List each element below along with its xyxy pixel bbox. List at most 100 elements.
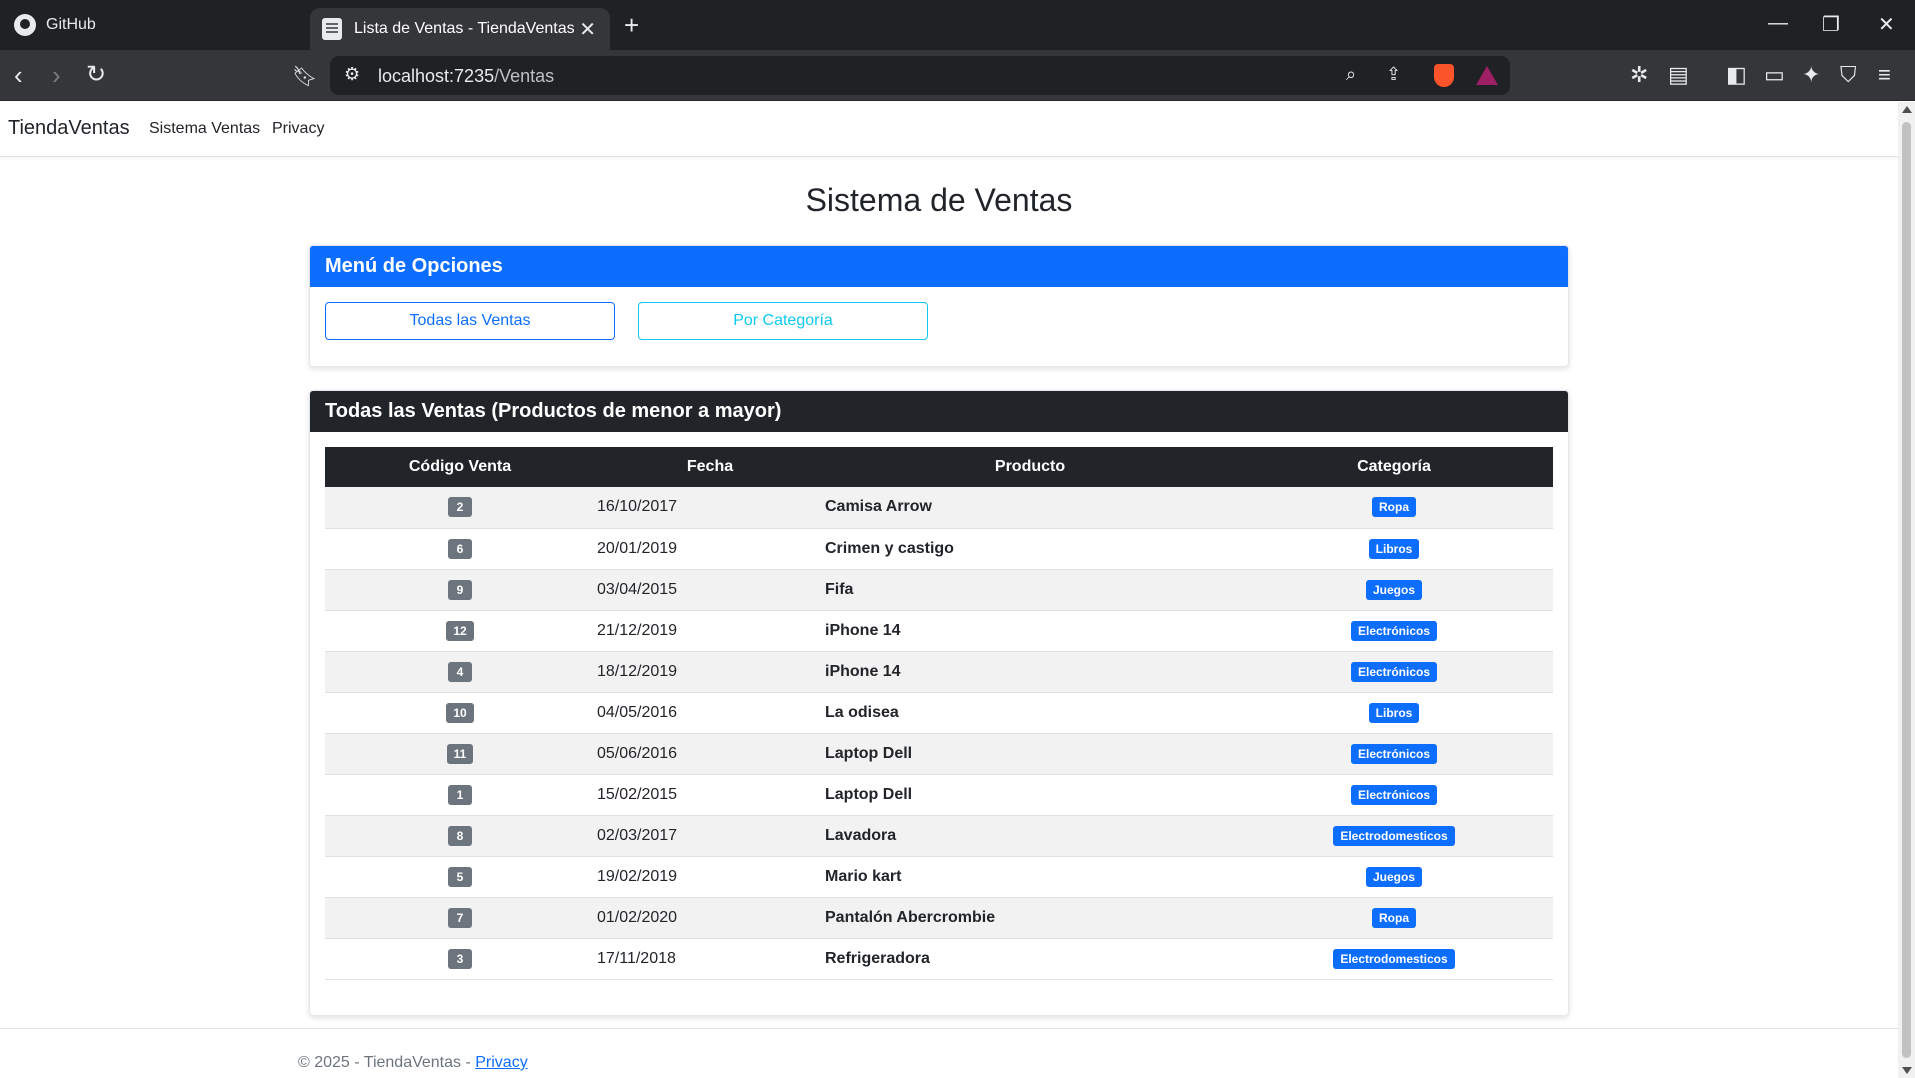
cell-date: 15/02/2015 [597,785,678,803]
tab-github[interactable]: GitHub [0,0,300,50]
cell-code: 9 [325,569,595,610]
code-badge: 1 [448,784,472,805]
close-tab-icon[interactable]: ✕ [579,17,596,42]
cell-date: 19/02/2019 [597,867,678,885]
cell-category: Electrónicos [1235,651,1553,692]
page-viewport: TiendaVentas Sistema Ventas Privacy Sist… [0,102,1898,1078]
cell-product: Pantalón Abercrombie [825,908,996,926]
nav-link-sistema-ventas[interactable]: Sistema Ventas [149,120,260,138]
code-badge: 6 [448,538,472,559]
menu-card-header: Menú de Opciones [310,246,1568,287]
minimize-icon[interactable]: — [1768,12,1788,35]
nav-link-privacy[interactable]: Privacy [272,120,324,138]
table-row: 4 18/12/2019 iPhone 14 Electrónicos [325,651,1553,692]
forward-icon[interactable]: › [52,60,61,90]
site-settings-icon[interactable]: ⚙ [344,64,360,85]
category-badge: Libros [1368,538,1420,559]
vertical-scrollbar[interactable] [1898,102,1915,1078]
cell-category: Juegos [1235,569,1553,610]
wallet-icon[interactable]: ▭ [1764,62,1785,88]
navbar-brand[interactable]: TiendaVentas [8,117,130,140]
page-favicon-icon [322,18,342,40]
cell-category: Ropa [1235,897,1553,938]
cell-date: 01/02/2020 [597,908,678,926]
cell-category: Electrónicos [1235,774,1553,815]
cell-category: Electrodomesticos [1235,815,1553,856]
table-row: 5 19/02/2019 Mario kart Juegos [325,856,1553,897]
extensions-icon[interactable]: ✲ [1630,62,1648,88]
cell-category: Electrónicos [1235,733,1553,774]
cell-code: 5 [325,856,595,897]
column-header-category: Categoría [1357,458,1431,475]
browser-titlebar: GitHub Lista de Ventas - TiendaVentas ✕ … [0,0,1915,50]
category-badge: Electrónicos [1350,743,1438,764]
cell-code: 6 [325,528,595,569]
scroll-up-icon[interactable] [1902,106,1912,113]
cell-product: Mario kart [825,867,902,885]
cell-category: Electrodomesticos [1235,938,1553,979]
app-navbar: TiendaVentas Sistema Ventas Privacy [0,102,1898,157]
tab-lista-de-ventas[interactable]: Lista de Ventas - TiendaVentas ✕ [310,8,610,50]
column-header-code: Código Venta [408,458,512,475]
cell-code: 1 [325,774,595,815]
category-badge: Juegos [1365,579,1422,600]
scrollbar-thumb[interactable] [1902,122,1911,1058]
table-row: 3 17/11/2018 Refrigeradora Electrodomestico… [325,938,1553,979]
footer-privacy-link[interactable]: Privacy [475,1054,527,1071]
brave-rewards-icon[interactable] [1476,66,1498,85]
share-icon[interactable]: ⇪ [1386,64,1401,85]
url-text[interactable]: localhost:7235/Ventas [378,66,554,87]
sidebar-icon[interactable]: ◧ [1726,62,1747,88]
column-header-product: Producto [994,458,1066,475]
code-badge: 3 [448,948,472,969]
category-badge: Electrónicos [1350,784,1438,805]
cell-product: Lavadora [825,826,897,844]
cell-code: 10 [325,692,595,733]
cell-code: 7 [325,897,595,938]
new-tab-icon[interactable]: + [624,10,639,41]
bookmark-icon[interactable]: 🔖︎ [292,62,317,92]
table-row: 2 16/10/2017 Camisa Arrow Ropa [325,487,1553,528]
url-path: /Ventas [494,66,555,86]
scroll-down-icon[interactable] [1902,1067,1912,1074]
cell-code: 3 [325,938,595,979]
cell-date: 02/03/2017 [597,826,678,844]
category-badge: Electrodomesticos [1333,825,1455,846]
category-badge: Libros [1368,702,1420,723]
sales-table: Código Venta Fecha Producto Categoría 21… [325,447,1553,980]
window-close-icon[interactable]: ✕ [1878,12,1895,37]
cell-date: 05/06/2016 [597,744,678,762]
category-badge: Ropa [1372,497,1416,518]
reader-mode-icon[interactable]: ▤ [1668,62,1689,88]
zoom-icon[interactable]: ⌕ [1346,64,1356,85]
code-badge: 12 [446,620,474,641]
cell-product: Crimen y castigo [825,539,954,557]
page-title: Sistema de Ventas [805,182,1073,218]
address-bar[interactable]: ⚙ localhost:7235/Ventas ⌕ ⇪ [330,56,1510,95]
table-row: 9 03/04/2015 Fifa Juegos [325,569,1553,610]
cell-category: Libros [1235,528,1553,569]
cell-date: 04/05/2016 [597,703,678,721]
by-category-button[interactable]: Por Categoría [638,302,928,340]
brave-shields-icon[interactable] [1434,64,1454,87]
cell-code: 2 [325,487,595,528]
menu-icon[interactable]: ≡ [1878,62,1891,88]
reload-icon[interactable]: ↻ [86,60,106,90]
cell-product: Refrigeradora [825,949,930,967]
footer: © 2025 - TiendaVentas - Privacy [0,1028,1898,1078]
all-sales-button[interactable]: Todas las Ventas [325,302,615,340]
sales-card-header: Todas las Ventas (Productos de menor a m… [310,391,1568,432]
leo-ai-icon[interactable]: ✦ [1802,62,1820,88]
restore-icon[interactable]: ❐ [1822,12,1840,37]
back-icon[interactable]: ‹ [14,60,23,90]
code-badge: 5 [448,866,472,887]
cell-product: La odisea [825,703,899,721]
cell-date: 20/01/2019 [597,539,678,557]
table-row: 7 01/02/2020 Pantalón Abercrombie Ropa [325,897,1553,938]
column-header-date: Fecha [686,458,734,475]
vpn-icon[interactable]: ⛉ [1840,62,1857,88]
cell-product: iPhone 14 [825,662,901,680]
cell-date: 16/10/2017 [597,498,678,516]
cell-date: 03/04/2015 [597,580,678,598]
url-host: localhost:7235 [378,66,495,86]
